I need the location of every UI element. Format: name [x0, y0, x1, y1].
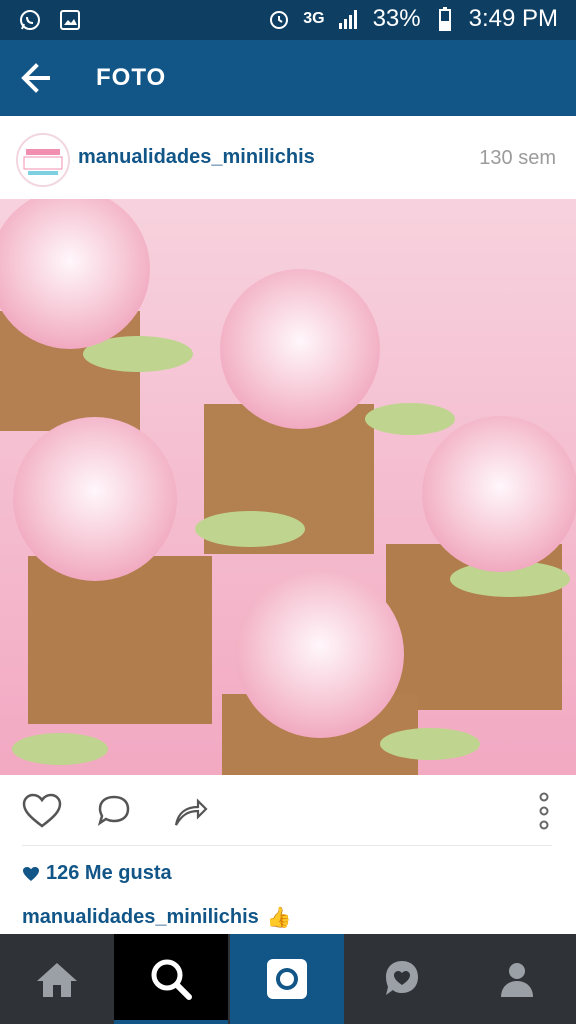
alarm-icon [265, 5, 293, 33]
share-button[interactable] [168, 791, 212, 831]
status-bar: 3G 33% 3:49 PM [0, 0, 576, 40]
clock: 3:49 PM [468, 5, 558, 32]
comment-button[interactable] [92, 791, 136, 831]
divider [22, 845, 552, 846]
avatar[interactable] [16, 133, 70, 187]
whatsapp-icon [16, 6, 44, 34]
network-label: 3G [303, 10, 325, 27]
tab-activity[interactable] [345, 934, 459, 1024]
battery-icon [431, 5, 459, 33]
share-icon [174, 798, 208, 826]
likes-label: 126 Me gusta [46, 862, 172, 884]
post-header: manualidades_minilichis 130 sem [0, 116, 576, 200]
likes-count[interactable]: 126 Me gusta [22, 862, 172, 885]
caption-username[interactable]: manualidades_minilichis [22, 906, 259, 929]
tab-camera[interactable] [230, 934, 344, 1024]
post-actions [0, 775, 576, 845]
caption: manualidades_minilichis 👍 [22, 905, 292, 930]
signal-icon [335, 5, 363, 33]
more-options-button[interactable] [524, 791, 564, 831]
tab-active-indicator [114, 1020, 228, 1024]
comment-icon [97, 795, 130, 826]
post-username[interactable]: manualidades_minilichis [78, 146, 315, 169]
tab-home[interactable] [0, 934, 114, 1024]
heart-icon [22, 793, 62, 828]
heart-filled-icon [23, 866, 39, 881]
page-title: FOTO [96, 64, 167, 91]
post-time: 130 sem [479, 147, 556, 169]
bottom-navigation [0, 934, 576, 1024]
gallery-icon [56, 6, 84, 34]
tab-profile[interactable] [460, 934, 574, 1024]
battery-level: 33% [372, 5, 421, 32]
home-icon [37, 963, 77, 997]
thumbs-up-emoji: 👍 [266, 907, 292, 929]
more-icon [539, 792, 549, 830]
tab-search[interactable] [114, 934, 228, 1024]
back-button[interactable] [14, 56, 58, 100]
app-bar: FOTO [0, 40, 576, 116]
profile-icon [501, 963, 533, 997]
like-button[interactable] [20, 791, 64, 831]
post-photo[interactable] [0, 199, 576, 775]
activity-icon [386, 961, 418, 995]
back-arrow-icon [21, 63, 50, 93]
search-icon [151, 959, 192, 1000]
camera-icon [267, 959, 307, 999]
